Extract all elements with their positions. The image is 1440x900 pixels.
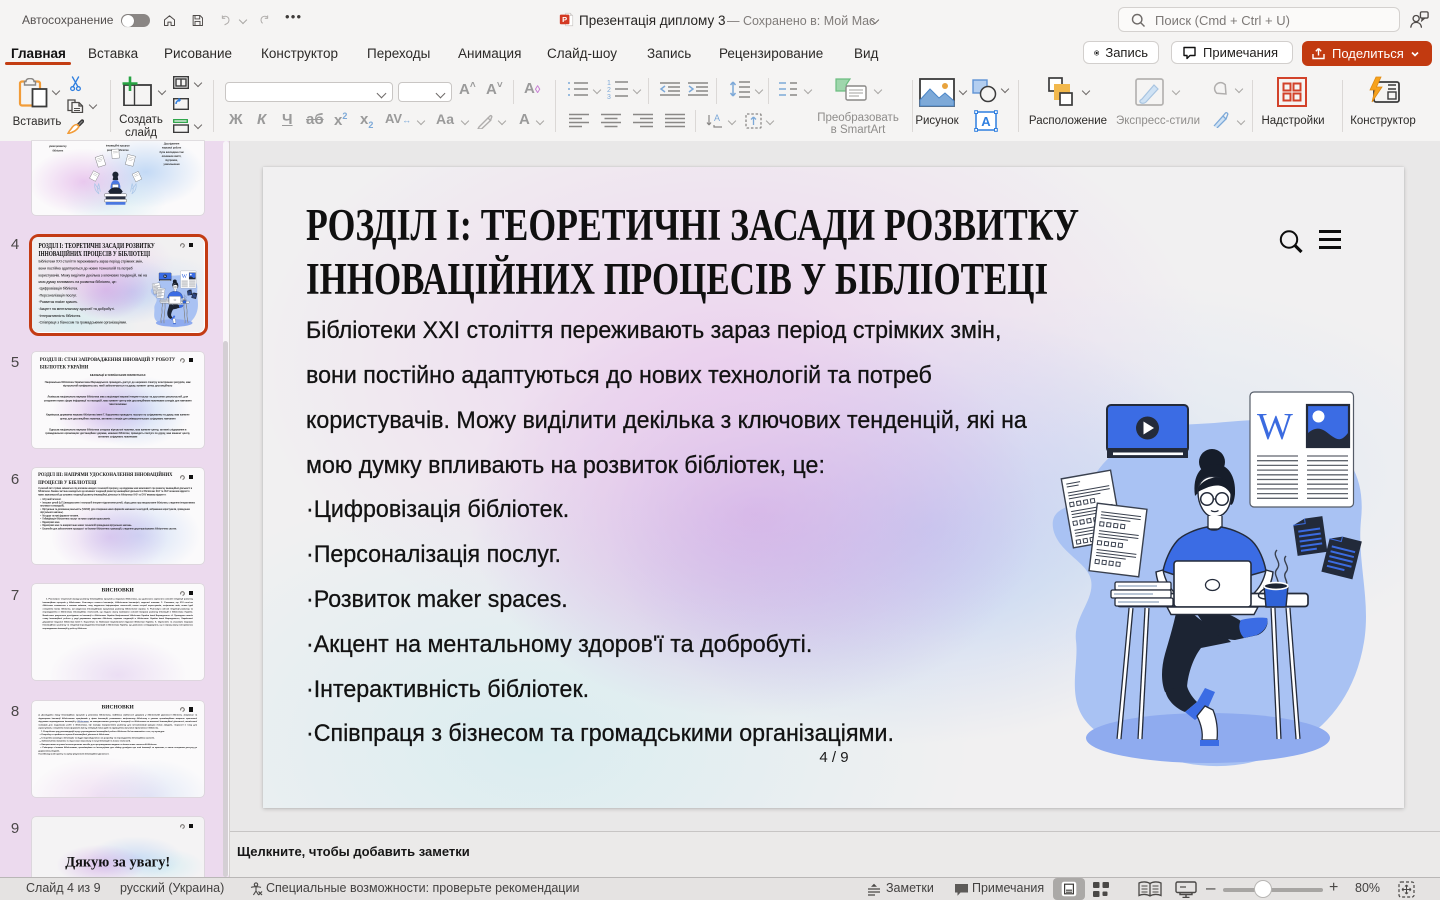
svg-text:P: P — [562, 15, 567, 24]
svg-text:2: 2 — [607, 87, 611, 94]
svg-text:3: 3 — [607, 94, 611, 99]
svg-text:A: A — [714, 113, 720, 123]
svg-text:1: 1 — [607, 80, 611, 87]
svg-text:A: A — [981, 114, 991, 129]
